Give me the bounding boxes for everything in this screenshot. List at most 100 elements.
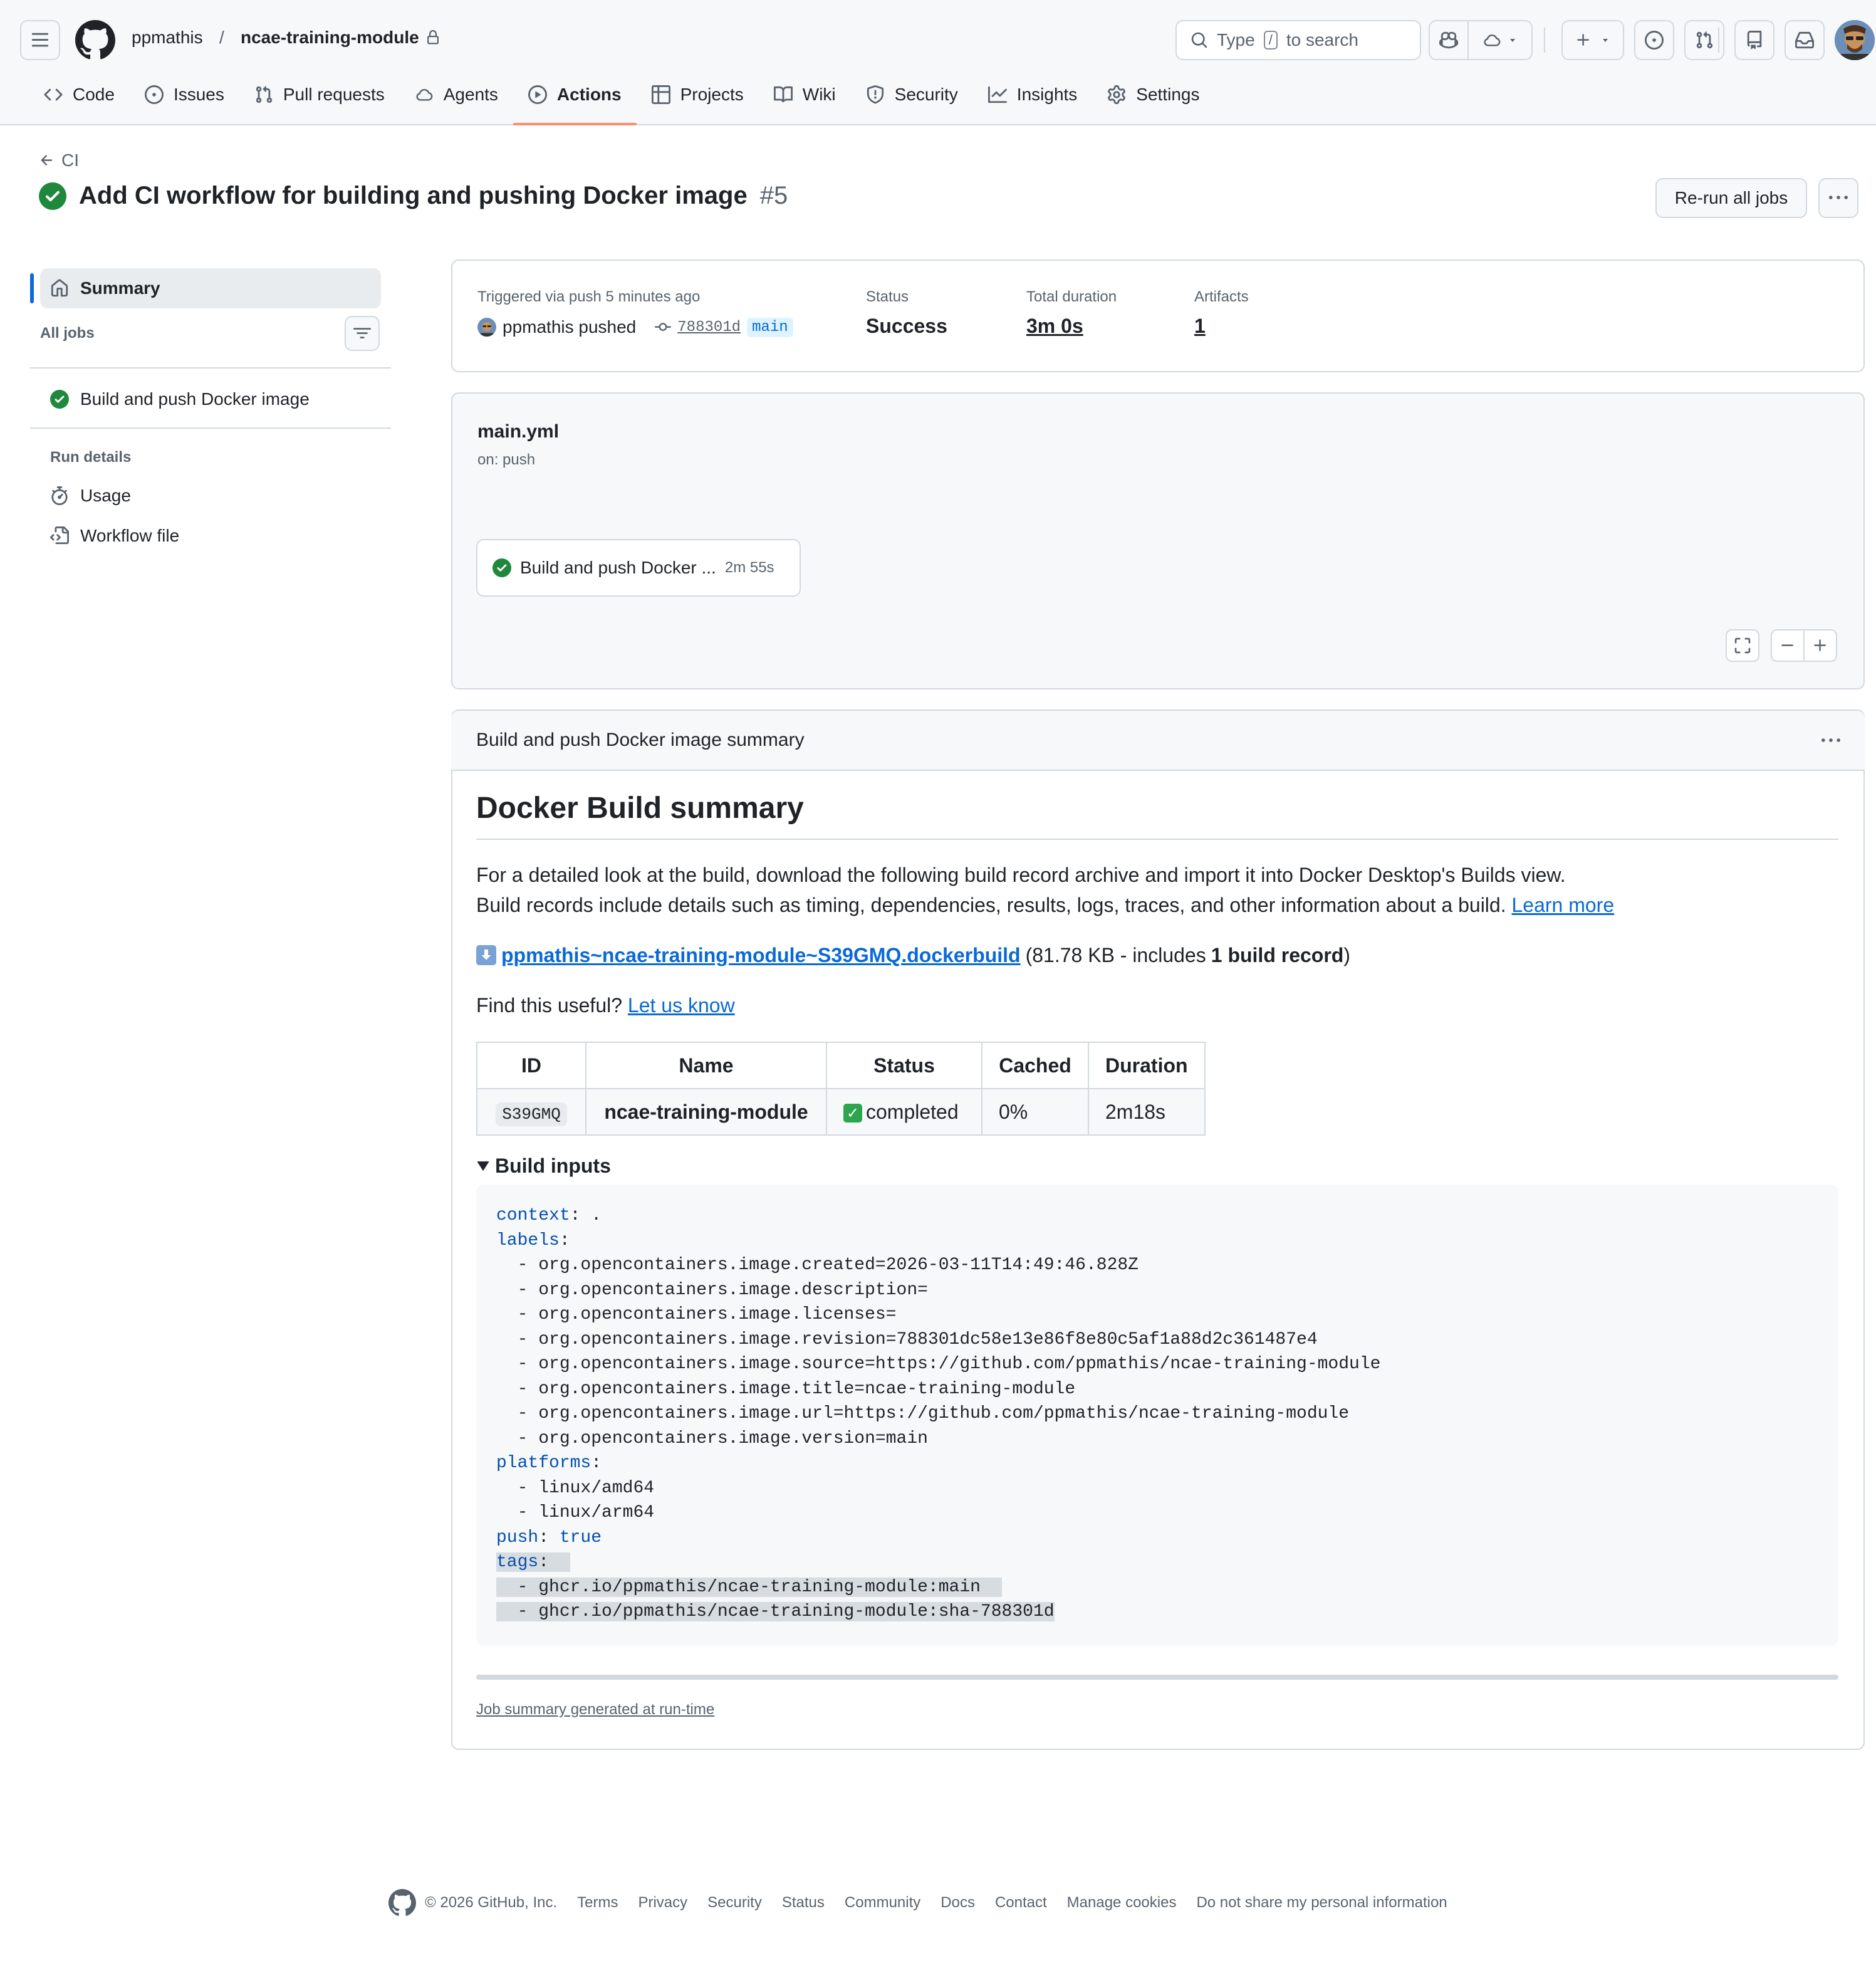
status-label: Status: [866, 288, 909, 305]
tab-issues[interactable]: Issues: [130, 80, 239, 109]
duration-link[interactable]: 3m 0s: [1026, 315, 1083, 338]
issues-button[interactable]: [1634, 20, 1674, 60]
back-label: CI: [61, 150, 79, 170]
tab-actions[interactable]: Actions: [513, 80, 637, 125]
pull-request-icon: [254, 85, 273, 104]
tab-insights[interactable]: Insights: [973, 80, 1093, 109]
repositories-button[interactable]: [1734, 20, 1774, 60]
job-summary-footnote[interactable]: Job summary generated at run-time: [476, 1701, 714, 1719]
sidebar-divider: [30, 427, 391, 429]
tab-wiki[interactable]: Wiki: [759, 80, 851, 109]
build-archive-link[interactable]: ppmathis~ncae-training-module~S39GMQ.doc…: [501, 940, 1021, 970]
summary-heading: Docker Build summary: [476, 792, 804, 825]
duration-label: Total duration: [1026, 288, 1117, 305]
code-label-line: org.opencontainers.image.title=ncae-trai…: [538, 1379, 1076, 1399]
dash-icon: [1781, 644, 1793, 646]
tab-projects[interactable]: Projects: [637, 80, 759, 109]
code-label-line: org.opencontainers.image.revision=788301…: [538, 1329, 1318, 1349]
search-input[interactable]: Type / to search: [1175, 20, 1421, 60]
footer-link[interactable]: Contact: [995, 1894, 1047, 1912]
column-header: ID: [476, 1042, 586, 1089]
code-label-line: org.opencontainers.image.url=https://git…: [538, 1404, 1350, 1423]
footer-link[interactable]: Community: [845, 1894, 920, 1912]
copilot-button[interactable]: [1429, 20, 1469, 60]
play-icon: [528, 85, 547, 104]
build-inputs-toggle[interactable]: Build inputs: [476, 1151, 611, 1181]
repo-name: ncae-training-module: [241, 28, 419, 47]
tab-label: Projects: [680, 85, 744, 104]
code-key: platforms: [496, 1453, 591, 1473]
tab-code[interactable]: Code: [29, 80, 130, 109]
code-key: push: [496, 1527, 539, 1547]
book-icon: [773, 85, 793, 104]
branch-badge[interactable]: main: [747, 317, 793, 337]
code-key: context: [496, 1206, 570, 1225]
artifacts-link[interactable]: 1: [1194, 315, 1206, 338]
artifacts-label: Artifacts: [1194, 288, 1249, 305]
search-prefix: Type: [1217, 30, 1255, 50]
tab-settings[interactable]: Settings: [1092, 80, 1214, 109]
archive-meta-bold: 1 build record: [1211, 944, 1344, 966]
run-overview-card: Triggered via push 5 minutes ago ppmathi…: [451, 259, 1865, 372]
repo-name-link[interactable]: ncae-training-module: [241, 28, 440, 48]
stopwatch-icon: [51, 486, 68, 505]
filter-jobs-button[interactable]: [345, 316, 380, 351]
sidebar-divider: [30, 367, 391, 369]
inbox-button[interactable]: [1785, 20, 1825, 60]
sidebar-item-workflow-file[interactable]: Workflow file: [50, 523, 179, 549]
home-icon: [51, 279, 68, 297]
chevron-down-icon: [1510, 39, 1515, 42]
tab-label: Agents: [443, 85, 498, 104]
issue-icon: [144, 85, 164, 104]
tab-security[interactable]: Security: [851, 80, 973, 109]
summary-paragraph: For a detailed look at the build, downlo…: [476, 860, 1614, 920]
github-logo-icon[interactable]: [75, 20, 115, 60]
sidebar-item-usage[interactable]: Usage: [50, 483, 131, 509]
all-jobs-heading: All jobs: [40, 325, 95, 342]
tab-pull-requests[interactable]: Pull requests: [239, 80, 400, 109]
fullscreen-button[interactable]: [1726, 629, 1759, 662]
footer-link[interactable]: Manage cookies: [1067, 1894, 1177, 1912]
graph-icon: [988, 85, 1007, 104]
summary-menu-button[interactable]: [1817, 727, 1845, 755]
footer-link[interactable]: Docs: [941, 1894, 975, 1912]
active-indicator: [30, 273, 34, 303]
commit-link[interactable]: 788301d: [677, 319, 741, 336]
feedback-link[interactable]: Let us know: [628, 994, 735, 1017]
zoom-out-button[interactable]: [1771, 629, 1805, 662]
column-header: Cached: [981, 1042, 1089, 1089]
code-tag-line: ghcr.io/ppmathis/ncae-training-module:ma…: [538, 1577, 981, 1597]
job-node-label: Build and push Docker ...: [520, 558, 716, 577]
footer-link[interactable]: Privacy: [638, 1894, 687, 1912]
more-options-button[interactable]: [1818, 178, 1858, 218]
build-id: S39GMQ: [496, 1102, 567, 1126]
tab-agents[interactable]: Agents: [400, 80, 513, 109]
tab-label: Security: [894, 85, 958, 104]
footer-link[interactable]: Terms: [577, 1894, 618, 1912]
create-new-button[interactable]: [1561, 20, 1624, 60]
arrow-left-icon: [41, 155, 53, 165]
workflow-job-node[interactable]: Build and push Docker ... 2m 55s: [476, 539, 801, 597]
push-info: ppmathis pushed 788301d main: [477, 317, 793, 337]
copilot-menu-button[interactable]: [1467, 20, 1533, 60]
sidebar-item-job[interactable]: Build and push Docker image: [50, 386, 310, 412]
footer-link[interactable]: Do not share my personal information: [1196, 1894, 1447, 1912]
repo-owner-link[interactable]: ppmathis: [132, 28, 203, 48]
menu-button[interactable]: [20, 20, 60, 60]
actor-text[interactable]: ppmathis pushed: [503, 317, 636, 337]
tab-label: Actions: [556, 85, 622, 104]
zoom-in-button[interactable]: [1803, 629, 1837, 662]
learn-more-link[interactable]: Learn more: [1511, 894, 1614, 916]
back-to-workflow-link[interactable]: CI: [39, 150, 79, 170]
avatar[interactable]: [1835, 20, 1875, 60]
rerun-all-jobs-button[interactable]: Re-run all jobs: [1655, 178, 1807, 218]
footer-link[interactable]: Security: [707, 1894, 762, 1912]
table-icon: [651, 85, 670, 104]
shield-icon: [866, 85, 885, 104]
code-tag-line: ghcr.io/ppmathis/ncae-training-module:sh…: [538, 1602, 1055, 1621]
plus-icon: [1814, 639, 1826, 651]
sidebar-item-summary[interactable]: Summary: [40, 268, 381, 308]
repo-icon: [1747, 31, 1762, 50]
footer-link[interactable]: Status: [782, 1894, 825, 1912]
github-logo-icon[interactable]: [388, 1889, 416, 1917]
